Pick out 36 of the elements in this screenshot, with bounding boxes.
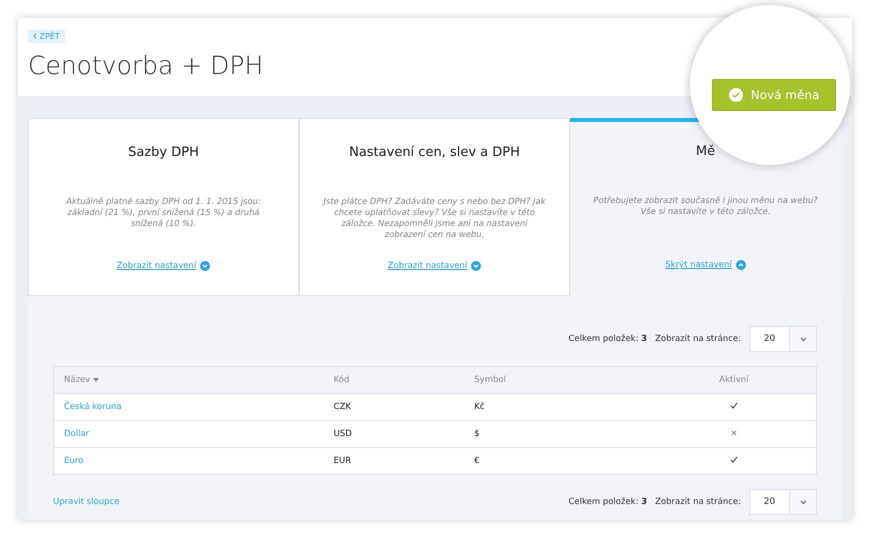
currency-name-link[interactable]: Euro — [64, 456, 84, 466]
chevron-icon — [200, 261, 210, 271]
per-page-select[interactable]: 20 — [749, 326, 817, 352]
toggle-settings-link[interactable]: Skrýt nastavení — [665, 260, 746, 270]
settings-tab[interactable]: Nastavení cen, slev a DPH Jste plátce DPH? Zadáváte ceny s nebo bez DPH? Jak chcete uplatňovat slevy? Vše si nastavíte v této záložce. Nezapomněli jsme ani na nastavení zobrazení cen na webu. Zobrazit nastavení — [299, 118, 570, 296]
page-title: Cenotvorba + DPH — [28, 51, 264, 80]
settings-tab[interactable]: Sazby DPH Aktuálně platné sazby DPH od 1. 1. 2015 jsou: základní (21 %), první snížená (15 %) a druhá snížená (10 %). Zobrazit nastavení — [28, 118, 299, 296]
currency-name-link[interactable]: Dollar — [64, 429, 90, 439]
currency-name-link[interactable]: Česká koruna — [64, 402, 122, 412]
toggle-settings-link[interactable]: Zobrazit nastavení — [388, 261, 482, 271]
table-cell: USD — [334, 429, 352, 439]
chevron-left-icon — [33, 33, 37, 39]
table-cell: EUR — [334, 456, 352, 466]
chevron-icon — [736, 260, 746, 270]
column-header[interactable]: Symbol — [474, 375, 506, 385]
column-header[interactable]: Aktivní — [719, 375, 748, 385]
per-page-label: Zobrazit na stránce: — [655, 334, 741, 344]
sort-caret-icon — [93, 378, 99, 382]
edit-columns-link[interactable]: Upravit sloupce — [53, 497, 120, 507]
table-cell: $ — [474, 429, 480, 439]
table-cell: CZK — [334, 402, 351, 412]
table-cell: Kč — [474, 402, 485, 412]
caret-icon — [800, 336, 806, 342]
total-items-label: Celkem položek: 3 — [568, 497, 648, 507]
chevron-icon — [471, 261, 482, 271]
new-currency-button[interactable]: Nová měna — [712, 79, 836, 111]
per-page-select[interactable]: 20 — [749, 489, 817, 515]
column-header[interactable]: Kód — [334, 375, 350, 385]
toggle-settings-link[interactable]: Zobrazit nastavení — [116, 261, 210, 271]
column-header[interactable]: Název — [64, 375, 90, 385]
check-circle-icon — [728, 88, 743, 102]
back-link[interactable]: ZPĚT — [28, 30, 65, 43]
total-items-label: Celkem položek: 3 — [568, 334, 648, 344]
per-page-label: Zobrazit na stránce: — [655, 497, 741, 507]
caret-icon — [800, 500, 806, 504]
table-cell: € — [474, 456, 480, 466]
